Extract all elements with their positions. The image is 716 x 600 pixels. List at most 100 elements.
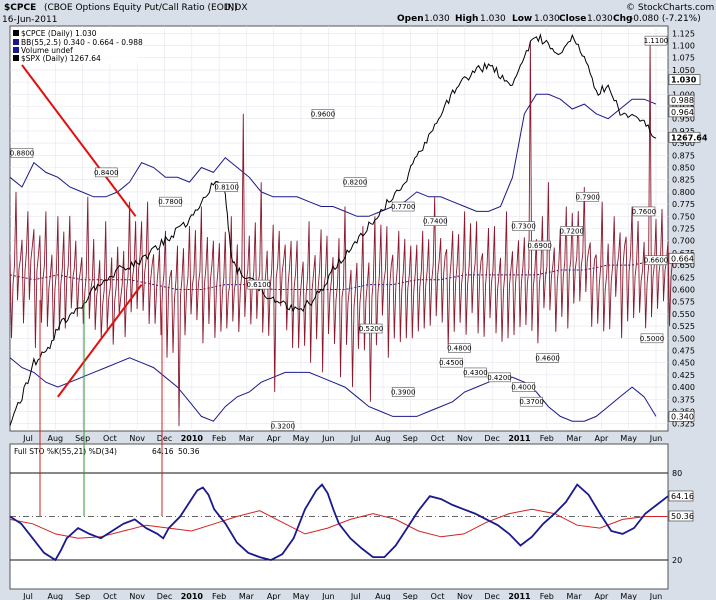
legend-swatch-volume bbox=[13, 47, 19, 53]
stoch-x-tick: Dec bbox=[484, 592, 499, 600]
main-y-tick: 1.050 bbox=[672, 66, 695, 75]
main-x-tick: Apr bbox=[594, 434, 609, 443]
main-x-tick: Jun bbox=[649, 434, 663, 443]
value-label: 0.6600 bbox=[644, 257, 669, 265]
main-y-tick: 0.550 bbox=[672, 310, 695, 319]
current-value-label: 0.964 bbox=[671, 108, 694, 117]
main-y-tick: 0.750 bbox=[672, 212, 695, 221]
low-label: Low bbox=[512, 14, 532, 24]
close-value: 1.030 bbox=[587, 14, 613, 24]
main-y-tick: 0.825 bbox=[672, 176, 695, 185]
low-value: 1.030 bbox=[534, 14, 560, 24]
stoch-x-tick: 2010 bbox=[181, 592, 204, 600]
main-x-tick: Jun bbox=[321, 434, 335, 443]
main-y-tick: 0.575 bbox=[672, 298, 695, 307]
main-x-tick: Apr bbox=[267, 434, 282, 443]
value-label: 0.3900 bbox=[391, 388, 416, 396]
main-x-tick: Nov bbox=[129, 434, 145, 443]
stoch-x-tick: Jun bbox=[649, 592, 663, 600]
stoch-legend: Full STO %K(55,21) %D(34) 64.16 50.36 bbox=[12, 446, 218, 456]
stoch-x-tick: Oct bbox=[103, 592, 117, 600]
stoch-x-tick: 2011 bbox=[508, 592, 531, 600]
legend-cpce: $CPCE (Daily) 1.030 bbox=[21, 29, 97, 38]
stoch-x-tick: Jul bbox=[22, 592, 33, 600]
value-label: 0.5000 bbox=[640, 335, 665, 343]
value-label: 0.8100 bbox=[214, 184, 239, 192]
legend-swatch-cpce bbox=[13, 30, 19, 36]
value-label: 0.7800 bbox=[158, 198, 183, 206]
main-x-tick: Jul bbox=[22, 434, 33, 443]
value-label: 1.1100 bbox=[644, 37, 669, 45]
main-y-tick: 0.450 bbox=[672, 359, 695, 368]
main-x-tick: Oct bbox=[103, 434, 117, 443]
stoch-x-tick: Nov bbox=[457, 592, 473, 600]
main-y-tick: 0.475 bbox=[672, 346, 695, 355]
main-x-tick: May bbox=[293, 434, 310, 443]
chart-date: 16-Jun-2011 bbox=[2, 15, 57, 25]
main-y-tick: 0.800 bbox=[672, 188, 695, 197]
high-value: 1.030 bbox=[480, 14, 506, 24]
current-value-label: 0.664 bbox=[671, 254, 694, 263]
main-x-tick: Aug bbox=[375, 434, 391, 443]
value-label: 0.6100 bbox=[247, 281, 272, 289]
legend-spx: $SPX (Daily) 1267.64 bbox=[21, 54, 101, 63]
main-x-tick: Dec bbox=[484, 434, 499, 443]
value-label: 0.8400 bbox=[94, 169, 119, 177]
stoch-x-tick: Mar bbox=[239, 592, 255, 600]
main-x-tick: Feb bbox=[540, 434, 554, 443]
main-x-tick: Feb bbox=[212, 434, 226, 443]
main-x-tick: 2011 bbox=[508, 434, 531, 443]
value-label: 0.8200 bbox=[343, 179, 368, 187]
main-y-tick: 1.125 bbox=[672, 29, 695, 38]
main-y-tick: 0.625 bbox=[672, 273, 695, 282]
stoch-x-tick: Feb bbox=[212, 592, 226, 600]
main-y-tick: 0.425 bbox=[672, 371, 695, 380]
stoch-x-tick: Aug bbox=[375, 592, 391, 600]
main-y-tick: 0.700 bbox=[672, 237, 695, 246]
open-label: Open bbox=[397, 14, 424, 24]
stoch-x-tick: Sep bbox=[403, 592, 418, 600]
value-label: 0.3200 bbox=[271, 423, 296, 431]
stoch-x-tick: Aug bbox=[47, 592, 63, 600]
legend-swatch-spx bbox=[13, 55, 19, 61]
value-label: 0.7200 bbox=[559, 227, 584, 235]
main-x-tick: Mar bbox=[567, 434, 583, 443]
main-x-tick: Oct bbox=[431, 434, 445, 443]
exchange-label: INDX bbox=[225, 3, 247, 13]
value-label: 0.4500 bbox=[439, 359, 464, 367]
main-y-tick: 0.725 bbox=[672, 225, 695, 234]
stoch-y-tick: 20 bbox=[672, 556, 682, 565]
stoch-x-tick: Mar bbox=[567, 592, 583, 600]
symbol-title: $CPCE bbox=[4, 3, 36, 13]
stoch-legend-prefix: Full STO %K(55,21) %D(34) bbox=[14, 447, 117, 456]
stoch-x-tick: Jul bbox=[350, 592, 361, 600]
current-value-label: 1.030 bbox=[671, 76, 697, 85]
main-y-tick: 0.375 bbox=[672, 395, 695, 404]
value-label: 0.9600 bbox=[311, 110, 336, 118]
main-x-tick: Sep bbox=[403, 434, 418, 443]
current-value-label: 0.340 bbox=[671, 412, 694, 421]
value-label: 0.7600 bbox=[632, 208, 657, 216]
stoch-current-label: 64.16 bbox=[671, 492, 694, 501]
value-label: 0.5200 bbox=[359, 325, 384, 333]
value-label: 0.4600 bbox=[535, 354, 560, 362]
stoch-x-tick: Dec bbox=[157, 592, 172, 600]
main-x-tick: Sep bbox=[75, 434, 90, 443]
main-y-tick: 0.850 bbox=[672, 164, 695, 173]
main-y-tick: 0.525 bbox=[672, 322, 695, 331]
value-label: 0.7900 bbox=[576, 193, 601, 201]
stoch-x-tick: Nov bbox=[129, 592, 145, 600]
value-label: 0.4200 bbox=[487, 374, 512, 382]
legend-swatch-bb bbox=[13, 39, 19, 45]
stoch-current-label: 50.36 bbox=[671, 512, 694, 521]
stoch-x-tick: Sep bbox=[75, 592, 90, 600]
stoch-x-tick: Apr bbox=[594, 592, 609, 600]
main-x-tick: 2010 bbox=[181, 434, 204, 443]
value-label: 0.8800 bbox=[10, 149, 35, 157]
chg-value: -0.080 (-7.21%) bbox=[630, 14, 701, 24]
main-x-tick: Jul bbox=[350, 434, 361, 443]
main-y-tick: 1.100 bbox=[672, 42, 695, 51]
high-label: High bbox=[455, 14, 478, 24]
value-label: 0.3700 bbox=[519, 398, 544, 406]
main-y-tick: 0.775 bbox=[672, 200, 695, 209]
